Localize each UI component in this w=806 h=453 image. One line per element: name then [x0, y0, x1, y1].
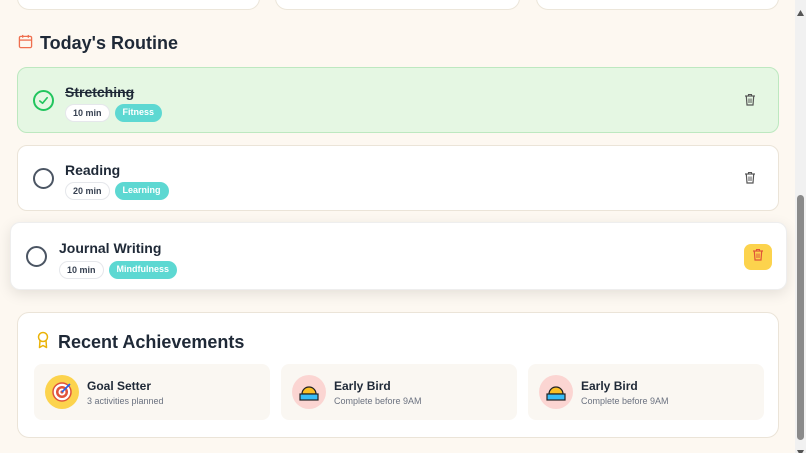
vertical-scrollbar[interactable] [795, 0, 806, 453]
task-checkbox[interactable] [26, 246, 47, 267]
achievement-name: Early Bird [334, 379, 391, 393]
calendar-icon [18, 34, 33, 54]
sunrise-icon [539, 375, 573, 409]
achievement-card: Goal Setter 3 activities planned [34, 364, 270, 420]
task-name: Journal Writing [59, 240, 162, 256]
achievement-description: Complete before 9AM [581, 396, 669, 406]
task-item-stretching[interactable]: Stretching 10 min Fitness [17, 67, 779, 133]
scroll-up-icon[interactable] [797, 3, 804, 16]
award-icon [36, 331, 50, 354]
achievement-name: Goal Setter [87, 379, 152, 393]
scroll-down-icon[interactable] [797, 443, 804, 453]
achievement-card: Early Bird Complete before 9AM [528, 364, 764, 420]
routine-header: Today's Routine [18, 33, 178, 54]
trash-icon [744, 171, 756, 188]
stat-card-2 [275, 0, 520, 10]
delete-button[interactable] [744, 93, 758, 107]
achievement-description: Complete before 9AM [334, 396, 422, 406]
task-name: Stretching [65, 84, 135, 100]
task-checkbox[interactable] [33, 168, 54, 189]
sunrise-icon [292, 375, 326, 409]
routine-title: Today's Routine [40, 33, 178, 53]
duration-badge: 10 min [65, 104, 110, 122]
task-item-reading[interactable]: Reading 20 min Learning [17, 145, 779, 211]
stat-card-3 [536, 0, 779, 10]
category-tag: Fitness [114, 104, 163, 122]
achievements-title: Recent Achievements [58, 332, 245, 352]
category-tag: Mindfulness [108, 261, 178, 279]
delete-button[interactable] [744, 244, 772, 270]
delete-button[interactable] [744, 171, 758, 185]
trash-icon [752, 248, 764, 266]
duration-badge: 10 min [59, 261, 104, 279]
achievement-card: Early Bird Complete before 9AM [281, 364, 517, 420]
category-tag: Learning [114, 182, 169, 200]
target-icon [45, 375, 79, 409]
task-item-journal-writing[interactable]: Journal Writing 10 min Mindfulness [10, 222, 787, 290]
duration-badge: 20 min [65, 182, 110, 200]
scrollbar-thumb[interactable] [797, 195, 804, 440]
achievements-panel: Recent Achievements Goal Setter 3 activi… [17, 312, 779, 438]
trash-icon [744, 93, 756, 110]
task-name: Reading [65, 162, 121, 178]
achievement-description: 3 activities planned [87, 396, 164, 406]
achievement-name: Early Bird [581, 379, 638, 393]
task-checkbox[interactable] [33, 90, 54, 111]
stat-card-1 [17, 0, 260, 10]
